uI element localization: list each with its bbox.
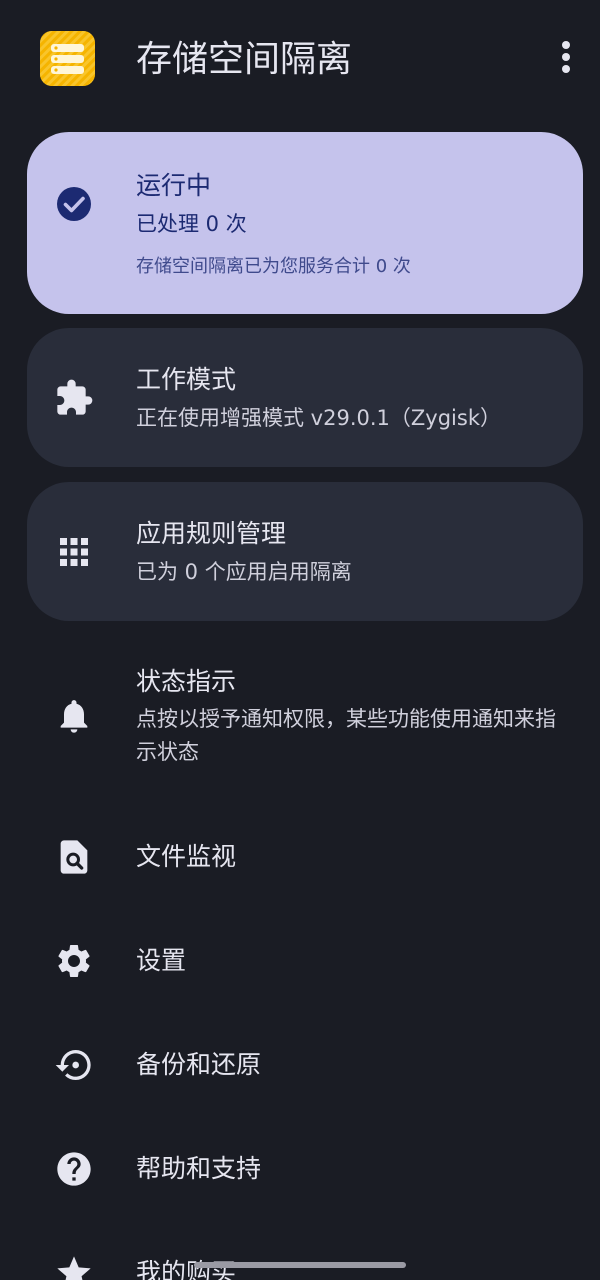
file-monitor-label: 文件监视 (136, 842, 237, 871)
app-rules-subtitle: 已为 0 个应用启用隔离 (136, 560, 352, 584)
app-rules-title: 应用规则管理 (136, 519, 287, 548)
status-indicator-subtitle: 点按以授予通知权限，某些功能使用通知来指示状态 (136, 707, 556, 764)
my-purchase-label: 我的购买 (136, 1258, 237, 1280)
status-indicator-title: 状态指示 (136, 667, 237, 696)
more-vert-icon (562, 41, 570, 73)
menu-file-monitor[interactable]: 文件监视 (0, 826, 600, 888)
status-note: 存储空间隔离已为您服务合计 0 次 (136, 256, 411, 277)
menu-my-purchase[interactable]: 我的购买 (0, 1242, 600, 1280)
app-bar: 存储空间隔离 (0, 0, 600, 116)
app-rules-card[interactable]: 应用规则管理 已为 0 个应用启用隔离 (27, 482, 583, 621)
file-search-icon (54, 837, 94, 877)
menu-backup-restore[interactable]: 备份和还原 (0, 1034, 600, 1096)
star-icon (54, 1253, 94, 1280)
status-processed-count: 已处理 0 次 (136, 212, 247, 236)
menu-settings[interactable]: 设置 (0, 930, 600, 992)
more-options-button[interactable] (546, 37, 586, 81)
backup-restore-label: 备份和还原 (136, 1050, 262, 1079)
work-mode-title: 工作模式 (136, 365, 237, 394)
status-card[interactable]: 运行中 已处理 0 次 存储空间隔离已为您服务合计 0 次 (27, 132, 583, 314)
storage-isolation-app-icon (40, 31, 95, 86)
work-mode-card[interactable]: 工作模式 正在使用增强模式 v29.0.1（Zygisk） (27, 328, 583, 467)
apps-grid-icon (54, 532, 94, 572)
help-icon (54, 1149, 94, 1189)
gear-icon (54, 941, 94, 981)
work-mode-subtitle: 正在使用增强模式 v29.0.1（Zygisk） (136, 406, 501, 430)
help-support-label: 帮助和支持 (136, 1154, 262, 1183)
app-title: 存储空间隔离 (136, 39, 353, 80)
bell-icon (54, 696, 94, 736)
settings-label: 设置 (136, 946, 187, 975)
check-circle-icon (54, 184, 94, 224)
status-title: 运行中 (136, 171, 212, 200)
menu-status-indicator[interactable]: 状态指示 点按以授予通知权限，某些功能使用通知来指示状态 (0, 660, 600, 780)
puzzle-icon (54, 378, 94, 418)
menu-help-support[interactable]: 帮助和支持 (0, 1138, 600, 1200)
gesture-nav-handle[interactable] (194, 1262, 406, 1268)
restore-icon (54, 1045, 94, 1085)
